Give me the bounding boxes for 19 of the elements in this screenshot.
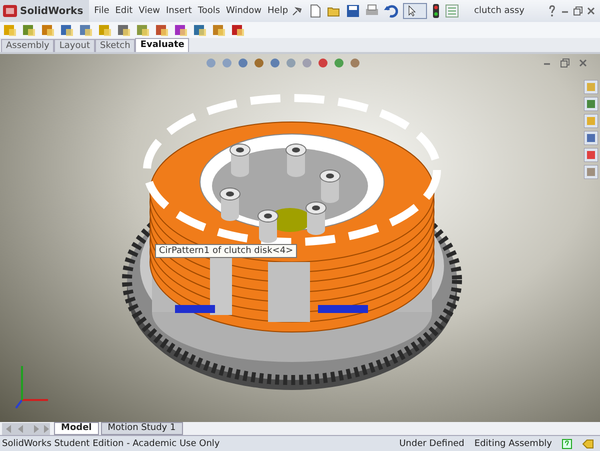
menu-item[interactable]: Insert [166, 6, 192, 16]
status-text: Editing Assembly [474, 438, 552, 448]
menu-item[interactable]: Edit [115, 6, 133, 16]
status-text: Under Defined [399, 438, 464, 448]
study-tab[interactable]: Model [54, 422, 99, 435]
tooltip: CirPattern1 of clutch disk<4> [155, 244, 298, 258]
command-tab[interactable]: Evaluate [135, 38, 190, 52]
command-tab[interactable]: Assembly [1, 39, 54, 52]
command-tab[interactable]: Sketch [95, 39, 136, 52]
app-name: SolidWorks [20, 6, 84, 16]
study-tab[interactable]: Motion Study 1 [100, 422, 183, 435]
menu-item[interactable]: Help [268, 6, 288, 16]
document-title: clutch assy [474, 6, 526, 16]
menu-item[interactable]: File [94, 6, 110, 16]
command-tab[interactable]: Layout [54, 39, 95, 52]
status-text: SolidWorks Student Edition - Academic Use Only [2, 438, 221, 448]
menu-item[interactable]: Tools [198, 6, 220, 16]
menu-item[interactable]: Window [226, 6, 262, 16]
menu-item[interactable]: View [138, 6, 160, 16]
